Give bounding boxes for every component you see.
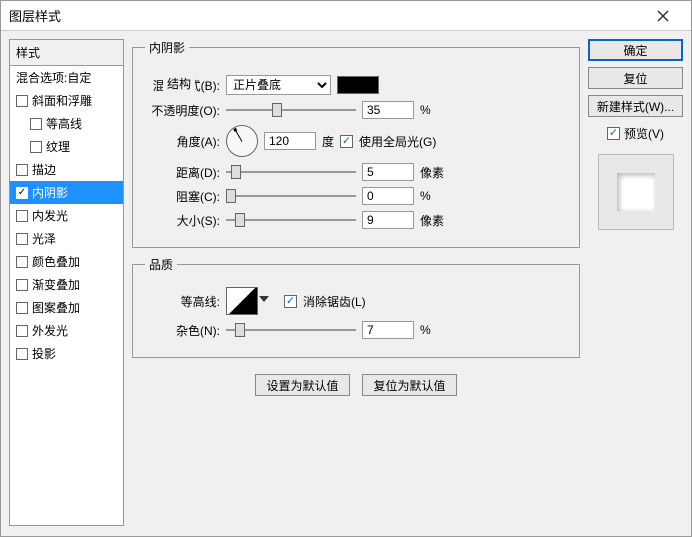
close-button[interactable]	[643, 2, 683, 30]
opacity-label: 不透明度(O):	[145, 102, 220, 119]
distance-unit: 像素	[420, 164, 450, 181]
ok-button[interactable]: 确定	[588, 39, 683, 61]
inner-shadow-group: 内阴影 结构 混合模式(B): 正片叠底 不透明度(O): % 角度(A):	[132, 39, 580, 248]
sidebar-item-label: 斜面和浮雕	[32, 92, 92, 109]
sidebar-item-11[interactable]: 外发光	[10, 319, 123, 342]
default-buttons: 设置为默认值 复位为默认值	[132, 374, 580, 396]
sidebar-item-label: 混合选项:自定	[16, 69, 91, 86]
sidebar-item-label: 图案叠加	[32, 299, 80, 316]
sidebar-item-checkbox[interactable]	[16, 256, 28, 268]
sidebar-item-checkbox[interactable]	[16, 325, 28, 337]
close-icon	[657, 10, 669, 22]
angle-dial[interactable]	[226, 125, 258, 157]
styles-header: 样式	[9, 39, 124, 66]
distance-input[interactable]	[362, 163, 414, 181]
sidebar-item-checkbox[interactable]	[16, 302, 28, 314]
sidebar-item-6[interactable]: 内发光	[10, 204, 123, 227]
shadow-color-swatch[interactable]	[337, 76, 379, 94]
layer-style-dialog: 图层样式 样式 混合选项:自定斜面和浮雕等高线纹理描边内阴影内发光光泽颜色叠加渐…	[0, 0, 692, 537]
quality-group: 品质 等高线: 消除锯齿(L) 杂色(N): %	[132, 256, 580, 358]
sidebar-item-2[interactable]: 等高线	[10, 112, 123, 135]
blend-mode-select[interactable]: 正片叠底	[226, 75, 331, 95]
group-title: 内阴影	[145, 39, 189, 56]
sidebar-item-checkbox[interactable]	[16, 187, 28, 199]
reset-default-button[interactable]: 复位为默认值	[362, 374, 457, 396]
antialias-checkbox[interactable]	[284, 295, 297, 308]
titlebar: 图层样式	[1, 1, 691, 31]
sidebar-item-3[interactable]: 纹理	[10, 135, 123, 158]
size-unit: 像素	[420, 212, 450, 229]
quality-label: 品质	[145, 256, 177, 273]
preview-label: 预览(V)	[624, 125, 664, 142]
noise-unit: %	[420, 323, 450, 337]
distance-slider[interactable]	[226, 163, 356, 181]
settings-panel: 内阴影 结构 混合模式(B): 正片叠底 不透明度(O): % 角度(A):	[132, 39, 580, 528]
global-light-checkbox[interactable]	[340, 135, 353, 148]
contour-picker[interactable]	[226, 287, 258, 315]
styles-sidebar: 样式 混合选项:自定斜面和浮雕等高线纹理描边内阴影内发光光泽颜色叠加渐变叠加图案…	[9, 39, 124, 528]
sidebar-item-12[interactable]: 投影	[10, 342, 123, 365]
styles-list: 混合选项:自定斜面和浮雕等高线纹理描边内阴影内发光光泽颜色叠加渐变叠加图案叠加外…	[9, 66, 124, 526]
choke-slider[interactable]	[226, 187, 356, 205]
preview-box	[598, 154, 674, 230]
global-light-label: 使用全局光(G)	[359, 133, 436, 150]
sidebar-item-label: 颜色叠加	[32, 253, 80, 270]
sidebar-item-5[interactable]: 内阴影	[10, 181, 123, 204]
angle-label: 角度(A):	[145, 133, 220, 150]
size-input[interactable]	[362, 211, 414, 229]
sidebar-item-label: 光泽	[32, 230, 56, 247]
size-label: 大小(S):	[145, 212, 220, 229]
opacity-unit: %	[420, 103, 450, 117]
sidebar-item-checkbox[interactable]	[16, 348, 28, 360]
sidebar-item-10[interactable]: 图案叠加	[10, 296, 123, 319]
sidebar-item-label: 内发光	[32, 207, 68, 224]
noise-label: 杂色(N):	[145, 322, 220, 339]
sidebar-item-label: 内阴影	[32, 184, 68, 201]
right-panel: 确定 复位 新建样式(W)... 预览(V)	[588, 39, 683, 528]
sidebar-item-4[interactable]: 描边	[10, 158, 123, 181]
sidebar-item-checkbox[interactable]	[16, 164, 28, 176]
new-style-button[interactable]: 新建样式(W)...	[588, 95, 683, 117]
sidebar-item-label: 外发光	[32, 322, 68, 339]
noise-input[interactable]	[362, 321, 414, 339]
preview-checkbox[interactable]	[607, 127, 620, 140]
window-title: 图层样式	[9, 6, 643, 25]
sidebar-item-checkbox[interactable]	[16, 95, 28, 107]
size-slider[interactable]	[226, 211, 356, 229]
sidebar-item-0[interactable]: 混合选项:自定	[10, 66, 123, 89]
sidebar-item-label: 渐变叠加	[32, 276, 80, 293]
sidebar-item-9[interactable]: 渐变叠加	[10, 273, 123, 296]
choke-label: 阻塞(C):	[145, 188, 220, 205]
choke-unit: %	[420, 189, 450, 203]
sidebar-item-checkbox[interactable]	[30, 141, 42, 153]
noise-slider[interactable]	[226, 321, 356, 339]
distance-label: 距离(D):	[145, 164, 220, 181]
sidebar-item-1[interactable]: 斜面和浮雕	[10, 89, 123, 112]
structure-label: 结构	[163, 75, 195, 92]
antialias-label: 消除锯齿(L)	[303, 293, 366, 310]
opacity-slider[interactable]	[226, 101, 356, 119]
contour-label: 等高线:	[145, 293, 220, 310]
sidebar-item-checkbox[interactable]	[30, 118, 42, 130]
sidebar-item-8[interactable]: 颜色叠加	[10, 250, 123, 273]
angle-unit: 度	[322, 133, 334, 150]
sidebar-item-checkbox[interactable]	[16, 233, 28, 245]
choke-input[interactable]	[362, 187, 414, 205]
opacity-input[interactable]	[362, 101, 414, 119]
preview-swatch	[617, 173, 655, 211]
angle-input[interactable]	[264, 132, 316, 150]
sidebar-item-label: 描边	[32, 161, 56, 178]
sidebar-item-checkbox[interactable]	[16, 279, 28, 291]
sidebar-item-7[interactable]: 光泽	[10, 227, 123, 250]
sidebar-item-label: 等高线	[46, 115, 82, 132]
sidebar-item-label: 纹理	[46, 138, 70, 155]
make-default-button[interactable]: 设置为默认值	[255, 374, 350, 396]
sidebar-item-label: 投影	[32, 345, 56, 362]
cancel-button[interactable]: 复位	[588, 67, 683, 89]
sidebar-item-checkbox[interactable]	[16, 210, 28, 222]
